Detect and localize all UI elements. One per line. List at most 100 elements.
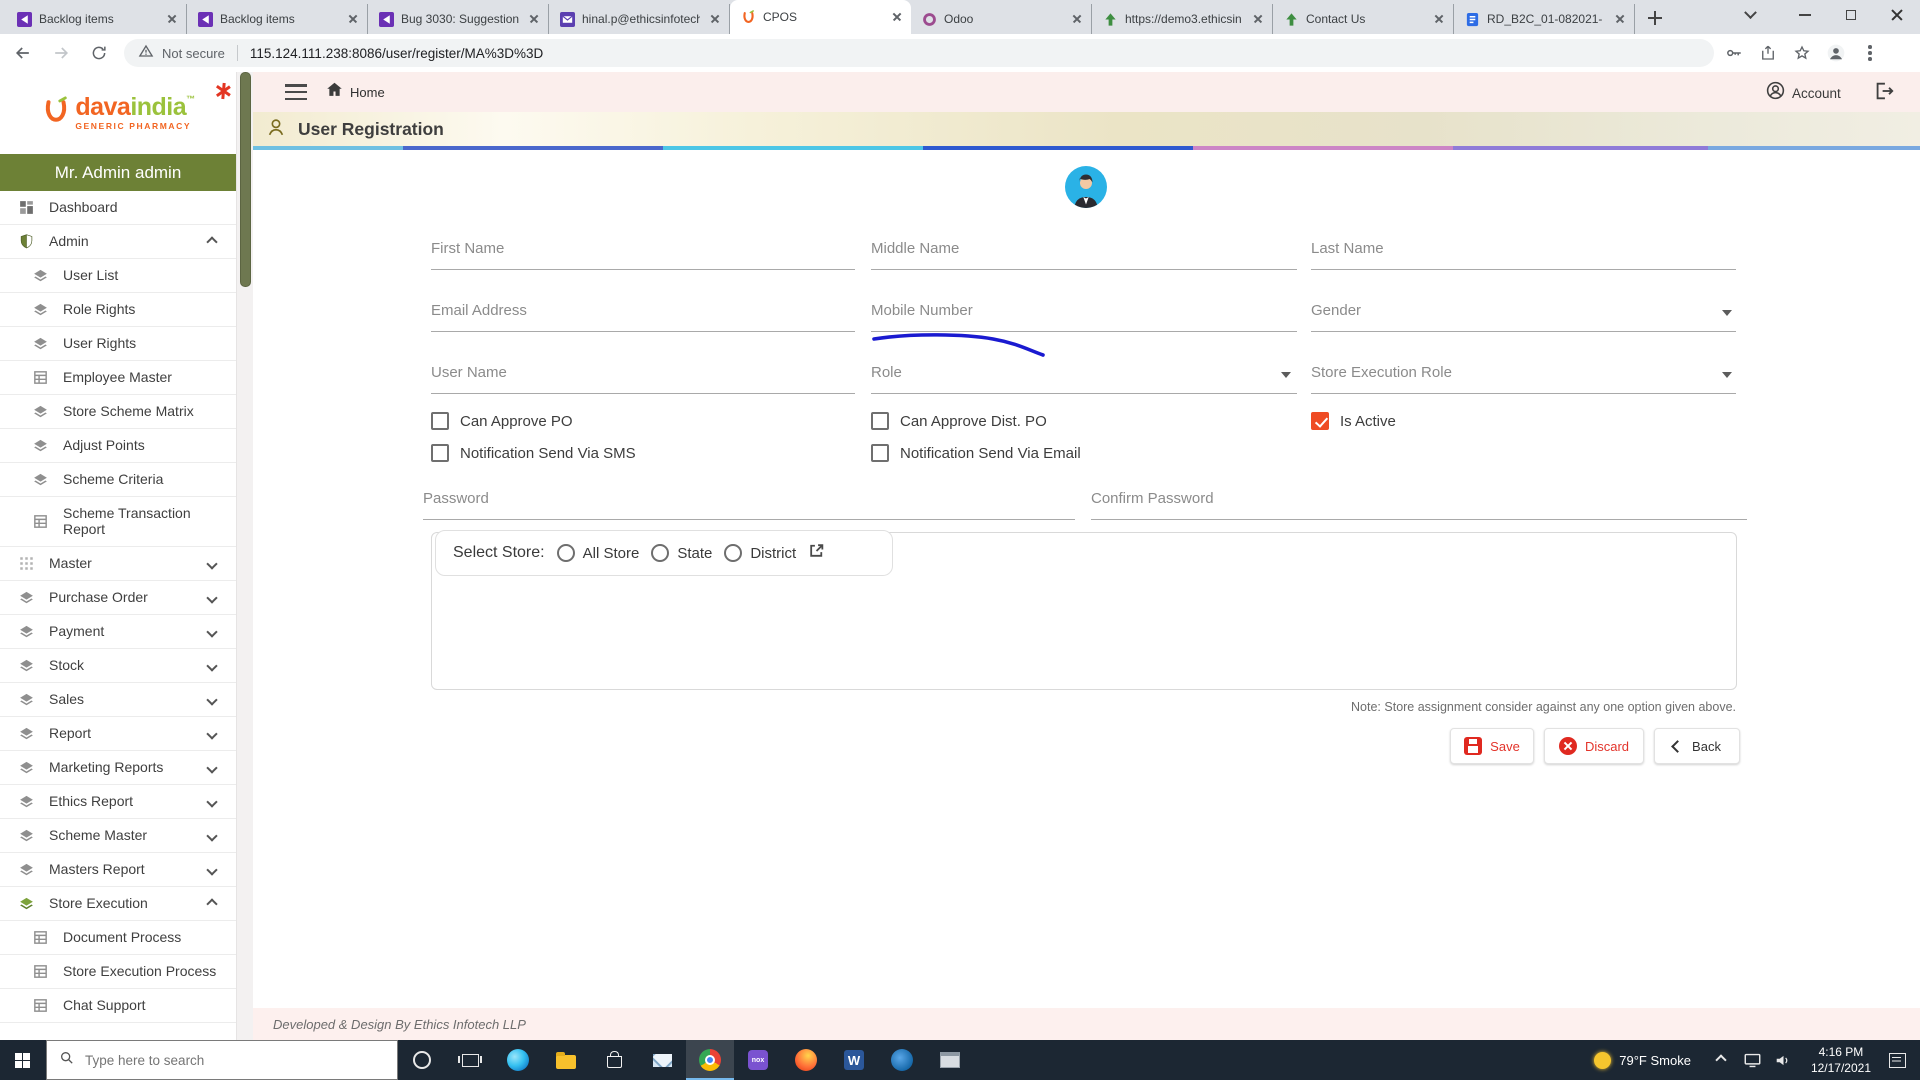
tab-backlog-2[interactable]: Backlog items	[187, 4, 368, 34]
taskbar-icon-file-explorer[interactable]	[542, 1040, 590, 1080]
tab-close-icon[interactable]	[345, 11, 361, 27]
district-radio[interactable]: District	[724, 544, 796, 562]
taskbar-icon-thunderbird[interactable]	[878, 1040, 926, 1080]
sidebar-item-stock[interactable]: Stock	[0, 649, 236, 683]
bookmark-star-icon[interactable]	[1788, 39, 1816, 67]
hamburger-menu-icon[interactable]	[285, 84, 307, 104]
share-icon[interactable]	[1754, 39, 1782, 67]
taskbar-search[interactable]	[46, 1040, 398, 1080]
sidebar-item-employee-master[interactable]: Employee Master	[0, 361, 236, 395]
account-button[interactable]: Account	[1765, 80, 1841, 106]
menu-dots-icon[interactable]	[1856, 39, 1884, 67]
weather-widget[interactable]: 79°F Smoke	[1594, 1051, 1705, 1069]
tab-backlog-1[interactable]: Backlog items	[6, 4, 187, 34]
tab-close-icon[interactable]	[1069, 11, 1085, 27]
mobile-field[interactable]: Mobile Number	[871, 302, 973, 319]
sidebar-item-dashboard[interactable]: Dashboard	[0, 191, 236, 225]
restore-button[interactable]	[1828, 0, 1874, 30]
tab-close-icon[interactable]	[889, 9, 905, 25]
password-field[interactable]: Password	[423, 490, 489, 507]
minimize-button[interactable]	[1782, 0, 1828, 30]
tab-close-icon[interactable]	[707, 11, 723, 27]
taskbar-icon-app-window[interactable]	[926, 1040, 974, 1080]
sidebar-item-marketing-reports[interactable]: Marketing Reports	[0, 751, 236, 785]
tab-cpos-active[interactable]: CPOS	[730, 0, 911, 34]
gender-dropdown-icon[interactable]	[1722, 310, 1732, 316]
tab-close-icon[interactable]	[1250, 11, 1266, 27]
is-active-checkbox[interactable]: Is Active	[1311, 412, 1396, 430]
back-icon[interactable]	[8, 38, 38, 68]
action-center-icon[interactable]	[1889, 1052, 1906, 1068]
sidebar-item-masters-report[interactable]: Masters Report	[0, 853, 236, 887]
can-approve-dist-po-checkbox[interactable]: Can Approve Dist. PO	[871, 412, 1047, 430]
sidebar-item-report[interactable]: Report	[0, 717, 236, 751]
sidebar-item-ethics-report[interactable]: Ethics Report	[0, 785, 236, 819]
store-execution-role-dropdown-icon[interactable]	[1722, 372, 1732, 378]
close-button[interactable]	[1874, 0, 1920, 30]
tab-contact-us[interactable]: Contact Us	[1273, 4, 1454, 34]
sidebar-item-user-list[interactable]: User List	[0, 259, 236, 293]
username-field[interactable]: User Name	[431, 364, 507, 381]
tab-spreadsheet[interactable]: RD_B2C_01-082021- B	[1454, 4, 1635, 34]
url-bar[interactable]: Not secure 115.124.111.238:8086/user/reg…	[124, 39, 1714, 67]
store-execution-role-select[interactable]: Store Execution Role	[1311, 364, 1452, 381]
tab-demo3[interactable]: https://demo3.ethicsin	[1092, 4, 1273, 34]
sidebar-item-store-execution[interactable]: Store Execution	[0, 887, 236, 921]
avatar[interactable]	[1064, 165, 1108, 214]
tab-close-icon[interactable]	[526, 11, 542, 27]
sidebar-item-payment[interactable]: Payment	[0, 615, 236, 649]
start-button[interactable]	[0, 1040, 46, 1080]
forward-icon[interactable]	[46, 38, 76, 68]
taskbar-icon-mail[interactable]	[638, 1040, 686, 1080]
taskbar-icon-cortana[interactable]	[398, 1040, 446, 1080]
new-tab-button[interactable]	[1641, 4, 1669, 32]
last-name-field[interactable]: Last Name	[1311, 240, 1384, 257]
first-name-field[interactable]: First Name	[431, 240, 504, 257]
tab-close-icon[interactable]	[1612, 11, 1628, 27]
sidebar-item-purchase-order[interactable]: Purchase Order	[0, 581, 236, 615]
sidebar-item-store-execution-process[interactable]: Store Execution Process	[0, 955, 236, 989]
tab-close-icon[interactable]	[164, 11, 180, 27]
taskbar-icon-word[interactable]: W	[830, 1040, 878, 1080]
sidebar-item-scheme-criteria[interactable]: Scheme Criteria	[0, 463, 236, 497]
sidebar-scrollbar[interactable]	[236, 72, 253, 1040]
sidebar-item-user-rights[interactable]: User Rights	[0, 327, 236, 361]
state-radio[interactable]: State	[651, 544, 712, 562]
back-button[interactable]: Back	[1654, 728, 1740, 764]
scrollbar-thumb[interactable]	[240, 72, 251, 287]
notification-email-checkbox[interactable]: Notification Send Via Email	[871, 444, 1081, 462]
hidden-icons-chevron[interactable]	[1715, 1054, 1727, 1066]
sidebar-item-scheme-transaction-report[interactable]: Scheme Transaction Report	[0, 497, 236, 547]
sidebar-item-document-process[interactable]: Document Process	[0, 921, 236, 955]
taskbar-icon-nox[interactable]: nox	[734, 1040, 782, 1080]
role-select[interactable]: Role	[871, 364, 902, 381]
role-dropdown-icon[interactable]	[1281, 372, 1291, 378]
tab-bug-3030[interactable]: Bug 3030: Suggestion	[368, 4, 549, 34]
sidebar-item-role-rights[interactable]: Role Rights	[0, 293, 236, 327]
can-approve-po-checkbox[interactable]: Can Approve PO	[431, 412, 573, 430]
sidebar-item-scheme-master[interactable]: Scheme Master	[0, 819, 236, 853]
sidebar-item-admin[interactable]: Admin	[0, 225, 236, 259]
taskbar-icon-edge[interactable]	[494, 1040, 542, 1080]
confirm-password-field[interactable]: Confirm Password	[1091, 490, 1214, 507]
tab-mail[interactable]: hinal.p@ethicsinfotech	[549, 4, 730, 34]
home-button[interactable]: Home	[325, 80, 385, 104]
sidebar-item-sales[interactable]: Sales	[0, 683, 236, 717]
tab-close-icon[interactable]	[1431, 11, 1447, 27]
discard-button[interactable]: Discard	[1544, 728, 1644, 764]
email-field[interactable]: Email Address	[431, 302, 527, 319]
sidebar-item-chat-support[interactable]: Chat Support	[0, 989, 236, 1023]
sidebar-item-adjust-points[interactable]: Adjust Points	[0, 429, 236, 463]
refresh-icon[interactable]	[84, 38, 114, 68]
notification-sms-checkbox[interactable]: Notification Send Via SMS	[431, 444, 636, 462]
tab-odoo[interactable]: Odoo	[911, 4, 1092, 34]
display-tray-icon[interactable]	[1744, 1053, 1761, 1068]
taskbar-icon-store[interactable]	[590, 1040, 638, 1080]
taskbar-clock[interactable]: 4:16 PM 12/17/2021	[1811, 1044, 1871, 1076]
middle-name-field[interactable]: Middle Name	[871, 240, 959, 257]
sidebar-item-master[interactable]: Master	[0, 547, 236, 581]
volume-tray-icon[interactable]	[1775, 1053, 1792, 1068]
taskbar-icon-task-view[interactable]	[446, 1040, 494, 1080]
gender-select[interactable]: Gender	[1311, 302, 1361, 319]
key-icon[interactable]	[1720, 39, 1748, 67]
